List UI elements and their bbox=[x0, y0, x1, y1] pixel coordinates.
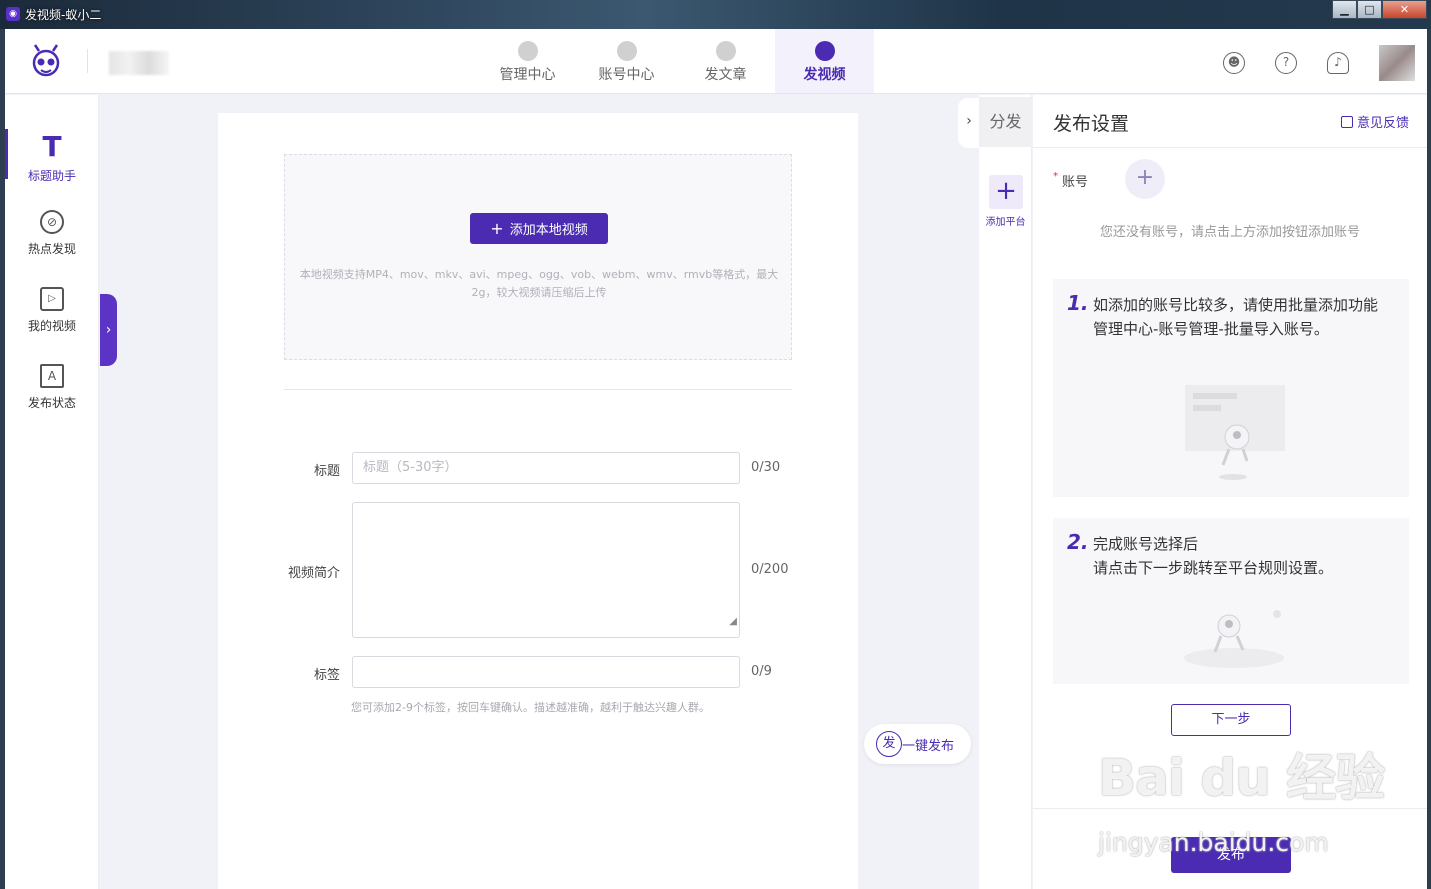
text-t-icon: T bbox=[42, 130, 62, 163]
title-input[interactable]: 标题（5-30字） bbox=[352, 452, 740, 484]
title-char-count: 0/30 bbox=[751, 460, 781, 475]
title-label: 标题 bbox=[313, 464, 340, 479]
window-title: 发视频-蚁小二 bbox=[25, 8, 102, 22]
next-step-button[interactable]: 下一步 bbox=[1171, 704, 1291, 736]
one-click-publish-button[interactable]: 发 一键发布 bbox=[864, 724, 971, 764]
step-2-text: 完成账号选择后 请点击下一步跳转至平台规则设置。 bbox=[1093, 532, 1393, 580]
required-mark: * bbox=[1053, 171, 1058, 182]
step-2-line-1: 完成账号选择后 bbox=[1093, 535, 1199, 553]
feedback-label: 意见反馈 bbox=[1356, 116, 1409, 131]
distribute-column: 分发 + 添加平台 bbox=[979, 95, 1032, 889]
baidu-watermark-url: jingyan.baidu.com bbox=[1098, 828, 1329, 857]
app-header: 管理中心 账号中心 发文章 发视频 ☻ ? ♪ bbox=[5, 29, 1427, 94]
resize-handle-icon[interactable]: ◢ bbox=[729, 607, 737, 637]
sidebar-item-publish-status[interactable]: A 发布状态 bbox=[5, 364, 99, 411]
sidebar-item-label: 标题助手 bbox=[27, 169, 76, 183]
upload-button-label: 添加本地视频 bbox=[509, 223, 588, 238]
sidebar-item-hot-discovery[interactable]: ⊘ 热点发现 bbox=[5, 210, 99, 257]
step-1-line-2: 管理中心-账号管理-批量导入账号。 bbox=[1093, 320, 1329, 338]
add-local-video-button[interactable]: + 添加本地视频 bbox=[470, 213, 608, 244]
nav-management-center[interactable]: 管理中心 bbox=[478, 29, 577, 93]
tags-hint: 您可添加2-9个标签，按回车键确认。描述越准确，越利于触达兴趣人群。 bbox=[351, 701, 710, 714]
help-icon[interactable]: ? bbox=[1275, 52, 1297, 74]
upload-format-hint: 本地视频支持MP4、mov、mkv、avi、mpeg、ogg、vob、webm、… bbox=[299, 268, 779, 299]
maximize-button[interactable]: □ bbox=[1357, 0, 1382, 19]
panel-title: 发布设置 bbox=[1053, 113, 1130, 135]
account-label: * 账号 bbox=[1053, 171, 1088, 190]
publish-badge-icon: 发 bbox=[876, 731, 902, 757]
nav-account-center[interactable]: 账号中心 bbox=[577, 29, 676, 93]
tags-count: 0/9 bbox=[751, 664, 772, 679]
blurred-username bbox=[109, 51, 169, 75]
ant-logo-icon[interactable] bbox=[29, 43, 63, 79]
edit-icon bbox=[1340, 116, 1353, 128]
sidebar-item-label: 发布状态 bbox=[27, 396, 76, 410]
header-divider bbox=[87, 49, 88, 73]
play-icon: ▷ bbox=[40, 287, 64, 311]
panel-divider bbox=[1033, 147, 1427, 148]
header-actions: ☻ ? ♪ bbox=[1223, 45, 1415, 81]
close-button[interactable]: ✕ bbox=[1382, 0, 1427, 19]
video-icon bbox=[814, 41, 835, 61]
step-2-line-2: 请点击下一步跳转至平台规则设置。 bbox=[1093, 559, 1334, 577]
feedback-link[interactable]: 意见反馈 bbox=[1340, 112, 1409, 131]
plus-icon: + bbox=[490, 219, 504, 238]
nav-post-video[interactable]: 发视频 bbox=[775, 29, 874, 93]
tags-input[interactable] bbox=[352, 656, 740, 688]
video-form-card: + 添加本地视频 本地视频支持MP4、mov、mkv、avi、mpeg、ogg、v… bbox=[218, 113, 858, 889]
step-2-card: 2. 完成账号选择后 请点击下一步跳转至平台规则设置。 bbox=[1053, 518, 1409, 684]
divider bbox=[284, 389, 792, 390]
window-titlebar: ◉ 发视频-蚁小二 ▁ □ ✕ bbox=[0, 0, 1431, 29]
rocket-illustration bbox=[1184, 610, 1284, 668]
nav-label: 管理中心 bbox=[499, 67, 556, 83]
avatar[interactable] bbox=[1379, 45, 1415, 81]
no-account-text: 您还没有账号，请点击上方添加按钮添加账号 bbox=[1099, 225, 1360, 240]
description-textarea[interactable]: ◢ bbox=[352, 502, 740, 638]
sidebar-item-label: 我的视频 bbox=[27, 319, 76, 333]
description-char-count: 0/200 bbox=[751, 562, 789, 577]
mascot-icon[interactable]: ☻ bbox=[1223, 52, 1245, 74]
collapse-panel-button[interactable]: › bbox=[958, 98, 980, 148]
app-icon: ◉ bbox=[6, 7, 20, 21]
sidebar-item-label: 热点发现 bbox=[27, 242, 76, 256]
nav-label: 账号中心 bbox=[598, 67, 655, 83]
top-nav: 管理中心 账号中心 发文章 发视频 bbox=[478, 29, 874, 93]
sidebar-item-my-videos[interactable]: ▷ 我的视频 bbox=[5, 287, 99, 334]
batch-import-illustration bbox=[1185, 385, 1285, 480]
baidu-watermark: Bai du 经验 bbox=[1098, 749, 1385, 807]
step-number: 2. bbox=[1067, 530, 1089, 554]
nav-label: 发文章 bbox=[704, 67, 747, 83]
bell-icon[interactable]: ♪ bbox=[1327, 52, 1349, 74]
left-sidebar: T 标题助手 ⊘ 热点发现 ▷ 我的视频 A 发布状态 bbox=[5, 95, 99, 889]
step-1-text: 如添加的账号比较多，请使用批量添加功能 管理中心-账号管理-批量导入账号。 bbox=[1093, 293, 1393, 341]
monitor-icon bbox=[517, 41, 538, 61]
compass-icon: ⊘ bbox=[40, 210, 64, 234]
tab-distribute[interactable]: 分发 bbox=[979, 97, 1032, 147]
add-platform-button[interactable]: + bbox=[989, 175, 1023, 209]
description-label: 视频简介 bbox=[287, 566, 340, 581]
video-upload-area[interactable]: + 添加本地视频 本地视频支持MP4、mov、mkv、avi、mpeg、ogg、v… bbox=[284, 154, 792, 360]
window-frame-right bbox=[1427, 29, 1431, 889]
user-icon bbox=[616, 41, 637, 61]
minimize-button[interactable]: ▁ bbox=[1332, 0, 1357, 19]
nav-label: 发视频 bbox=[803, 67, 846, 83]
tags-label: 标签 bbox=[313, 668, 340, 683]
step-1-card: 1. 如添加的账号比较多，请使用批量添加功能 管理中心-账号管理-批量导入账号。 bbox=[1053, 279, 1409, 497]
account-label-text: 账号 bbox=[1062, 175, 1089, 190]
expand-sidebar-button[interactable]: › bbox=[100, 294, 117, 366]
article-icon bbox=[715, 41, 736, 61]
window-controls: ▁ □ ✕ bbox=[1332, 0, 1427, 20]
step-number: 1. bbox=[1067, 291, 1089, 315]
add-account-button[interactable]: + bbox=[1125, 159, 1165, 199]
step-1-line-1: 如添加的账号比较多，请使用批量添加功能 bbox=[1093, 296, 1379, 314]
sidebar-item-title-helper[interactable]: T 标题助手 bbox=[5, 129, 99, 184]
clipboard-icon: A bbox=[40, 364, 64, 388]
add-platform-label: 添加平台 bbox=[985, 217, 1026, 228]
one-click-publish-label: 一键发布 bbox=[902, 739, 955, 754]
nav-post-article[interactable]: 发文章 bbox=[676, 29, 775, 93]
